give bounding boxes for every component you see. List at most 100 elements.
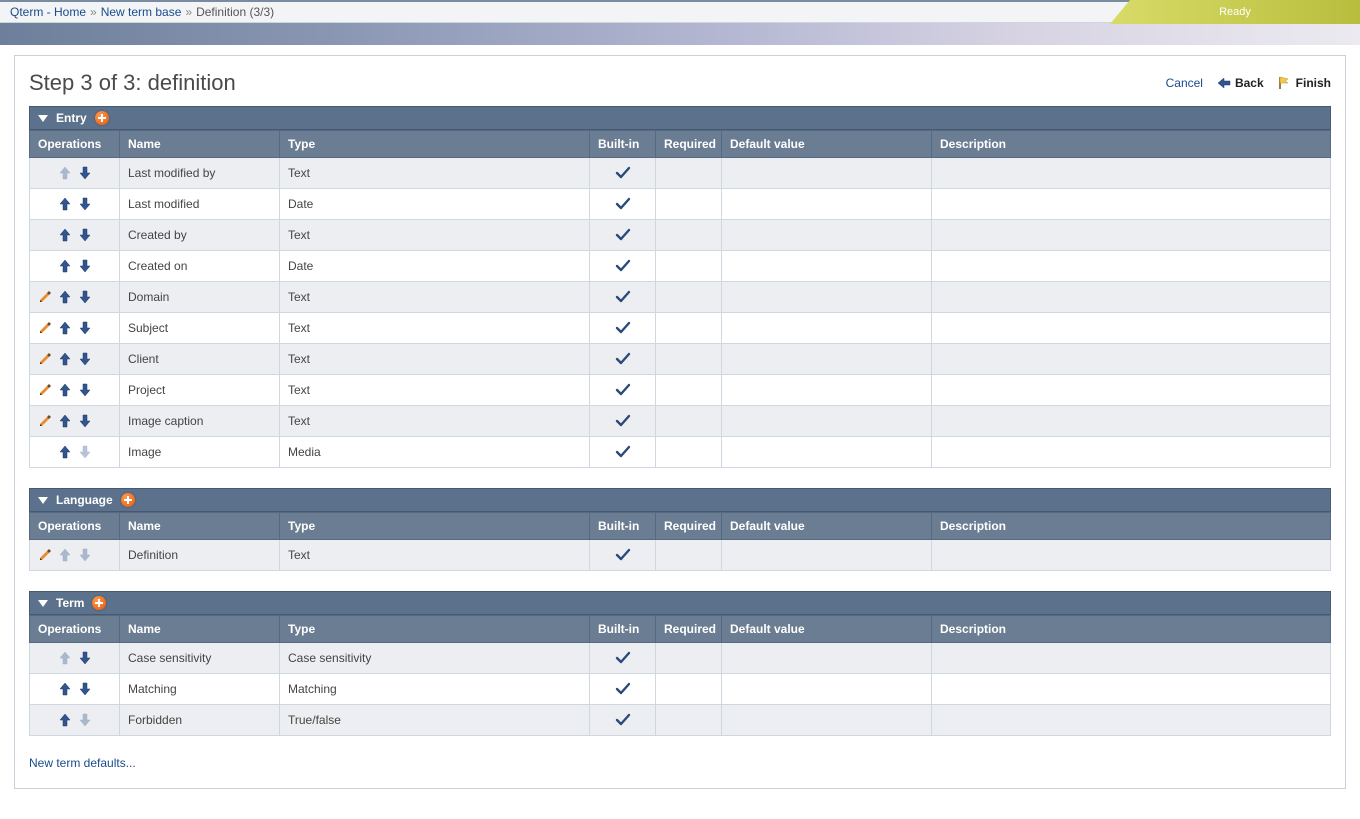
cell-name: Forbidden [120, 705, 280, 736]
cell-required [656, 251, 722, 282]
cell-description [932, 406, 1331, 437]
cell-default [722, 158, 932, 189]
back-label: Back [1235, 76, 1264, 90]
cell-builtin [590, 158, 656, 189]
col-type: Type [280, 131, 590, 158]
move-down-icon[interactable] [78, 414, 92, 428]
col-builtin: Built-in [590, 513, 656, 540]
breadcrumb: Qterm - Home » New term base » Definitio… [0, 0, 1360, 23]
add-icon[interactable] [92, 596, 106, 610]
cell-default [722, 189, 932, 220]
table-row: ClientText [30, 344, 1331, 375]
cell-builtin [590, 437, 656, 468]
move-up-icon [58, 166, 72, 180]
add-icon[interactable] [121, 493, 135, 507]
breadcrumb-current: Definition (3/3) [196, 5, 274, 19]
move-up-icon[interactable] [58, 290, 72, 304]
cell-required [656, 344, 722, 375]
section-header-language[interactable]: Language [29, 488, 1331, 512]
move-up-icon[interactable] [58, 383, 72, 397]
table-row: Created onDate [30, 251, 1331, 282]
cell-default [722, 375, 932, 406]
col-description: Description [932, 131, 1331, 158]
section-header-entry[interactable]: Entry [29, 106, 1331, 130]
cell-type: Matching [280, 674, 590, 705]
move-down-icon[interactable] [78, 290, 92, 304]
check-icon [598, 258, 647, 274]
move-up-icon[interactable] [58, 352, 72, 366]
collapse-icon [38, 115, 48, 122]
cell-required [656, 189, 722, 220]
cell-builtin [590, 674, 656, 705]
edit-icon[interactable] [38, 352, 52, 366]
cell-builtin [590, 220, 656, 251]
cell-description [932, 344, 1331, 375]
move-down-icon[interactable] [78, 197, 92, 211]
cell-type: Text [280, 158, 590, 189]
move-down-icon[interactable] [78, 228, 92, 242]
col-required: Required [656, 131, 722, 158]
section-title: Language [56, 493, 113, 507]
cancel-link[interactable]: Cancel [1166, 76, 1203, 90]
cell-required [656, 313, 722, 344]
cell-builtin [590, 313, 656, 344]
cell-default [722, 643, 932, 674]
move-down-icon[interactable] [78, 383, 92, 397]
edit-icon[interactable] [38, 321, 52, 335]
cell-builtin [590, 344, 656, 375]
status-indicator: Ready [1110, 0, 1360, 24]
collapse-icon [38, 600, 48, 607]
move-down-icon[interactable] [78, 651, 92, 665]
move-up-icon[interactable] [58, 445, 72, 459]
cell-name: Image caption [120, 406, 280, 437]
breadcrumb-new-term-base[interactable]: New term base [101, 5, 182, 19]
cell-description [932, 251, 1331, 282]
move-up-icon[interactable] [58, 713, 72, 727]
move-up-icon[interactable] [58, 414, 72, 428]
move-down-icon[interactable] [78, 259, 92, 273]
back-button[interactable]: Back [1217, 76, 1264, 90]
cell-required [656, 540, 722, 571]
col-default: Default value [722, 616, 932, 643]
move-up-icon[interactable] [58, 197, 72, 211]
cell-name: Subject [120, 313, 280, 344]
cell-description [932, 674, 1331, 705]
move-down-icon[interactable] [78, 682, 92, 696]
check-icon [598, 547, 647, 563]
move-up-icon[interactable] [58, 259, 72, 273]
move-down-icon[interactable] [78, 352, 92, 366]
cell-name: Project [120, 375, 280, 406]
check-icon [598, 165, 647, 181]
section-header-term[interactable]: Term [29, 591, 1331, 615]
edit-icon[interactable] [38, 383, 52, 397]
edit-icon[interactable] [38, 290, 52, 304]
back-arrow-icon [1217, 76, 1231, 90]
move-down-icon[interactable] [78, 321, 92, 335]
move-up-icon[interactable] [58, 682, 72, 696]
cell-type: Text [280, 540, 590, 571]
cell-name: Created on [120, 251, 280, 282]
table-row: DefinitionText [30, 540, 1331, 571]
grid-entry: OperationsNameTypeBuilt-inRequiredDefaul… [29, 130, 1331, 468]
cell-builtin [590, 705, 656, 736]
col-operations: Operations [30, 131, 120, 158]
breadcrumb-home[interactable]: Qterm - Home [10, 5, 86, 19]
add-icon[interactable] [95, 111, 109, 125]
new-term-defaults-link[interactable]: New term defaults... [29, 756, 1331, 770]
move-up-icon[interactable] [58, 228, 72, 242]
cell-type: Date [280, 251, 590, 282]
move-up-icon [58, 548, 72, 562]
cell-required [656, 674, 722, 705]
col-default: Default value [722, 131, 932, 158]
col-builtin: Built-in [590, 131, 656, 158]
breadcrumb-sep: » [90, 5, 97, 19]
edit-icon[interactable] [38, 414, 52, 428]
finish-button[interactable]: Finish [1278, 76, 1331, 90]
move-down-icon[interactable] [78, 166, 92, 180]
section-entry: EntryOperationsNameTypeBuilt-inRequiredD… [29, 106, 1331, 468]
move-up-icon[interactable] [58, 321, 72, 335]
edit-icon[interactable] [38, 548, 52, 562]
col-operations: Operations [30, 616, 120, 643]
cell-type: Text [280, 313, 590, 344]
cell-description [932, 282, 1331, 313]
